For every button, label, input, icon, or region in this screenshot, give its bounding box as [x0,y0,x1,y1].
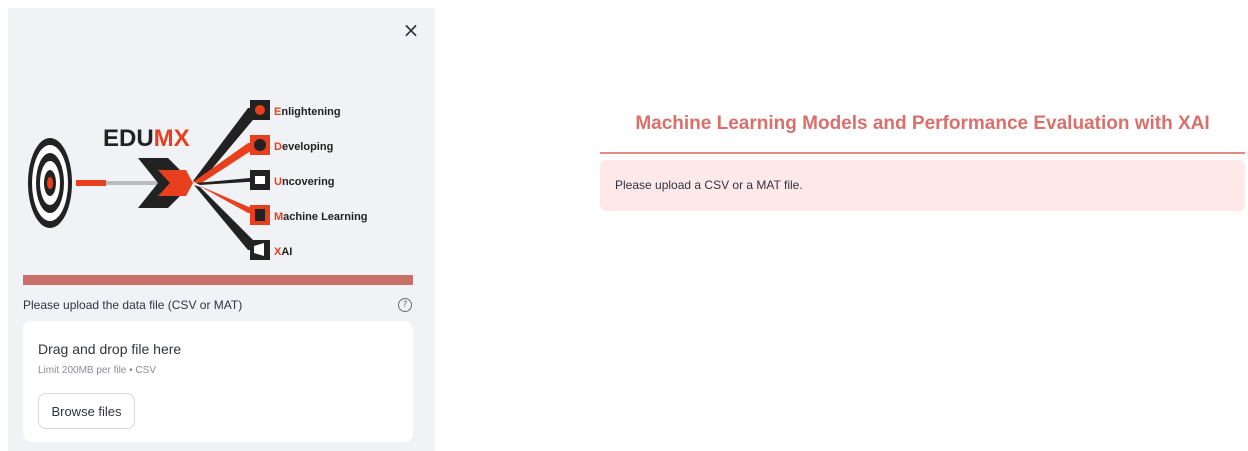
dropzone-title: Drag and drop file here [38,341,182,357]
logo-item-machine-learning: Machine Learning [274,211,368,223]
error-alert: Please upload a CSV or a MAT file. [600,160,1245,211]
help-icon[interactable]: ? [398,298,412,312]
file-dropzone[interactable]: Drag and drop file here Limit 200MB per … [23,321,413,442]
brand-accent: MX [154,125,190,152]
logo-item-xai: XAI [274,246,292,258]
brand-main: EDU [103,125,154,152]
dropzone-limit: Limit 200MB per file • CSV [38,365,156,376]
browse-files-button[interactable]: Browse files [38,393,135,429]
logo-divider-bar [23,275,413,285]
target-icon [28,138,72,228]
svg-text:EDUMX: EDUMX [103,125,190,152]
logo-item-uncovering: Uncovering [274,176,335,188]
page-title: Machine Learning Models and Performance … [635,113,1210,134]
sidebar: × EDUMX Enlightening Developing Uncoveri… [8,8,435,451]
logo-item-enlightening: Enlightening [274,106,341,118]
upload-label: Please upload the data file (CSV or MAT) [23,298,243,312]
edumx-logo: EDUMX Enlightening Developing Uncovering… [28,100,368,260]
alert-message: Please upload a CSV or a MAT file. [615,178,803,192]
close-sidebar-button[interactable]: × [401,20,421,40]
logo-item-developing: Developing [274,141,333,153]
title-divider [600,152,1245,154]
